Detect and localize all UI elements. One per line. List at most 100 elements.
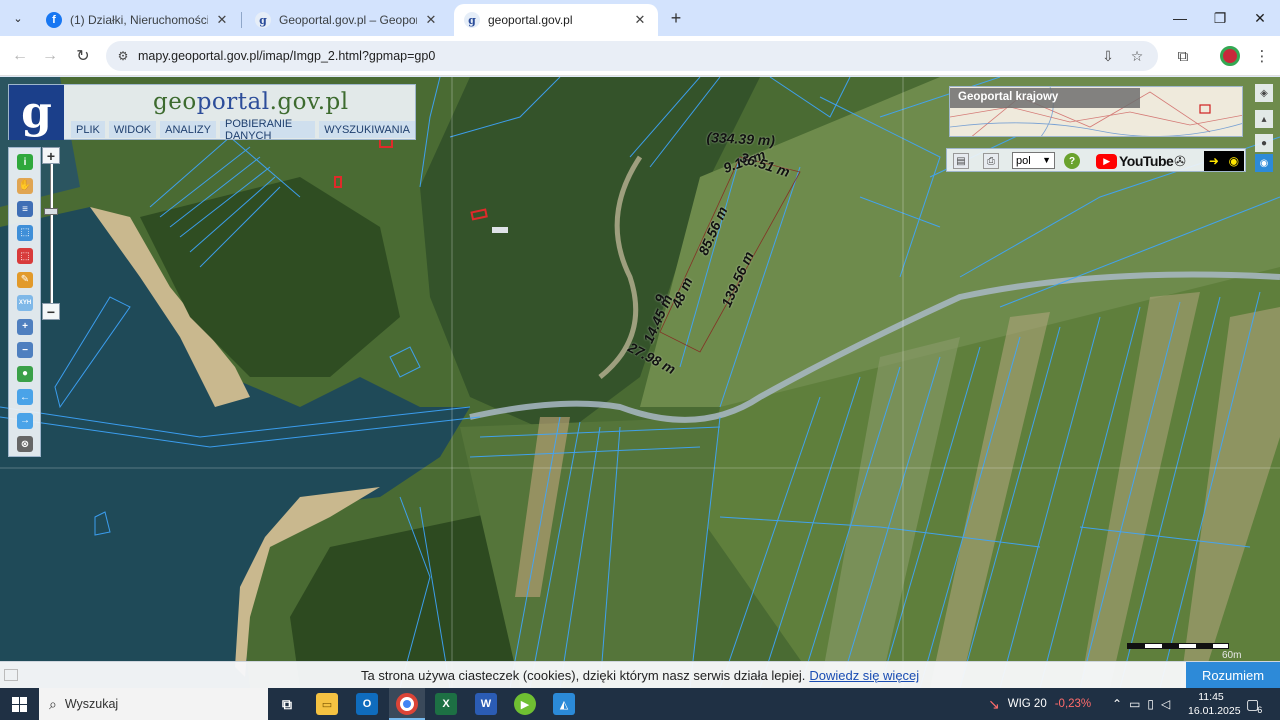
market-widget[interactable]: ↘ WIG 20 -0,23% (988, 688, 1091, 720)
system-tray: ⌃ ▭ ▯ ◁ (1112, 688, 1170, 720)
geoportal-logo-icon[interactable]: g (9, 85, 64, 140)
install-app-icon[interactable]: ⇩ (1099, 47, 1117, 65)
extensions-icon[interactable]: ⧉ (1171, 44, 1195, 68)
tab-search-button[interactable]: ⌄ (6, 7, 30, 29)
stock-chart-icon: ↘ (988, 695, 1000, 712)
collapse-icon[interactable]: ▴ (1255, 110, 1273, 128)
start-button[interactable] (0, 688, 38, 720)
pencil-icon[interactable]: ✎ (17, 271, 33, 288)
language-select[interactable]: pol ▼ (1012, 152, 1055, 169)
youtube-button[interactable]: ▶ YouTube (1096, 152, 1174, 170)
search-placeholder: Wyszukaj (64, 697, 119, 711)
site-info-icon[interactable]: ⚙ (115, 48, 131, 64)
cookie-accept-button[interactable]: Rozumiem (1186, 662, 1280, 689)
new-tab-button[interactable]: + (666, 8, 686, 28)
close-tab-icon[interactable]: ✕ (423, 12, 439, 28)
bookmark-star-icon[interactable]: ☆ (1128, 47, 1146, 65)
map-toolbar: ▤ ⎙ pol ▼ ? ▶ YouTube ✇ ➜ ◉ (946, 148, 1246, 172)
menu-analizy[interactable]: ANALIZY (160, 121, 216, 138)
outlook-icon[interactable]: O (356, 693, 378, 715)
chevron-up-icon[interactable]: ⌃ (1112, 697, 1122, 711)
select-rect-icon[interactable]: ⬚ (17, 224, 33, 241)
close-tab-icon[interactable]: ✕ (632, 12, 648, 28)
layers-icon[interactable]: ◈ (1255, 84, 1273, 102)
geoportal-icon: g (255, 12, 271, 28)
legend-icon[interactable]: ▤ (953, 153, 969, 169)
contrast-toggle[interactable]: ➜ ◉ (1204, 151, 1244, 171)
zoom-slider[interactable]: + − (42, 147, 62, 321)
right-controls: ◈ ▴ ● ◉ (1255, 84, 1273, 172)
zoom-thumb[interactable] (44, 207, 58, 215)
menu-pobieranie-danych[interactable]: POBIERANIE DANYCH (220, 118, 316, 142)
xyh-coordinates-icon[interactable]: XYH (17, 295, 33, 311)
zoom-in-icon[interactable]: + (17, 318, 33, 335)
tab-geoportal-info[interactable]: g Geoportal.gov.pl – Geoportal In ✕ (245, 4, 449, 36)
reload-icon[interactable]: ↻ (71, 44, 95, 68)
close-tab-icon[interactable]: ✕ (214, 12, 230, 28)
media-player-icon[interactable]: ▶ (514, 693, 536, 715)
minimize-icon[interactable]: — (1160, 0, 1200, 36)
url-text[interactable]: mapy.geoportal.gov.pl/imap/Imgp_2.html?g… (138, 49, 435, 63)
zoom-minus-button[interactable]: − (42, 303, 60, 320)
menu-plik[interactable]: PLIK (71, 121, 105, 138)
tab-label: Geoportal.gov.pl – Geoportal In (279, 13, 417, 27)
notifications-icon[interactable]: ▢ 6 (1246, 688, 1262, 720)
info-icon[interactable]: i (17, 154, 33, 170)
profile-avatar[interactable] (1220, 46, 1240, 66)
word-icon[interactable]: W (475, 693, 497, 715)
battery-icon[interactable]: ▯ (1147, 697, 1154, 711)
forward-arrow-icon[interactable]: → (17, 412, 33, 429)
eye-view-icon[interactable]: ◉ (1255, 154, 1273, 172)
logo-text-geo: geo (153, 89, 197, 115)
tab-label: geoportal.gov.pl (488, 13, 573, 27)
print-icon[interactable]: ⎙ (983, 153, 999, 169)
cookie-more-link[interactable]: Dowiedz się więcej (809, 668, 919, 683)
menu-widok[interactable]: WIDOK (108, 121, 157, 138)
chrome-icon[interactable] (396, 693, 418, 715)
geoportal-logo-text[interactable]: geoportal.gov.pl (153, 89, 349, 115)
overview-map[interactable]: Geoportal krajowy (949, 86, 1243, 137)
forward-icon[interactable]: → (38, 44, 62, 68)
zoom-plus-button[interactable]: + (42, 147, 60, 164)
clock-time: 11:45 (1198, 691, 1224, 703)
full-extent-icon[interactable]: ⊗ (17, 436, 33, 452)
dot-icon[interactable]: ● (1255, 134, 1273, 152)
scale-label: 60m (1222, 650, 1242, 661)
close-icon[interactable]: ✕ (1240, 0, 1280, 36)
pan-hand-icon[interactable]: ✋ (17, 177, 33, 194)
restore-icon[interactable]: ❐ (1200, 0, 1240, 36)
tab-geoportal-map[interactable]: g geoportal.gov.pl ✕ (454, 4, 658, 36)
menu-dots-icon[interactable]: ⋮ (1250, 44, 1274, 68)
map-viewport[interactable]: (334.39 m) 9.16 m 36.51 m 85.56 m 139.56… (0, 77, 1280, 688)
task-view-icon[interactable]: ⧉ (276, 693, 298, 715)
address-bar[interactable]: ⚙ mapy.geoportal.gov.pl/imap/Imgp_2.html… (106, 41, 1158, 71)
back-arrow-icon[interactable]: ← (17, 389, 33, 405)
layers-list-icon[interactable]: ≡ (17, 201, 33, 217)
geoportal-header: g geoportal.gov.pl PLIK WIDOK ANALIZY PO… (8, 84, 416, 142)
photos-icon[interactable]: ◭ (553, 693, 575, 715)
main-menu: PLIK WIDOK ANALIZY POBIERANIE DANYCH WYS… (71, 118, 415, 142)
zoom-out-icon[interactable]: − (17, 342, 33, 358)
excel-icon[interactable]: X (435, 693, 457, 715)
taskbar-search[interactable]: ⌕ Wyszukaj (39, 688, 268, 720)
browser-toolbar: ← → ↻ ⚙ mapy.geoportal.gov.pl/imap/Imgp_… (0, 36, 1280, 76)
accessibility-icon[interactable]: ✇ (1172, 153, 1188, 169)
zoom-track[interactable] (50, 164, 53, 304)
tab-strip: ⌄ f (1) Działki, Nieruchomości Mało ✕ g … (0, 0, 1280, 36)
select-red-icon[interactable]: ⬚ (17, 248, 33, 264)
globe-icon[interactable]: ● (17, 365, 33, 382)
help-icon[interactable]: ? (1064, 153, 1080, 169)
cookie-message: Ta strona używa ciasteczek (cookies), dz… (361, 668, 919, 683)
back-icon[interactable]: ← (8, 44, 32, 68)
volume-icon[interactable]: ◁ (1161, 697, 1170, 711)
clock-date: 16.01.2025 (1188, 705, 1241, 717)
menu-wyszukiwania[interactable]: WYSZUKIWANIA (319, 121, 415, 138)
cookie-text: Ta strona używa ciasteczek (cookies), dz… (361, 668, 806, 683)
network-icon[interactable]: ▭ (1129, 697, 1140, 711)
windows-logo-icon (11, 696, 27, 712)
logo-text-portal: portal (196, 89, 270, 115)
tab-facebook[interactable]: f (1) Działki, Nieruchomości Mało ✕ (36, 4, 240, 36)
file-explorer-icon[interactable]: ▭ (316, 693, 338, 715)
windows-taskbar: ⌕ Wyszukaj ⧉ ▭ O X W ▶ ◭ ↘ WIG 20 -0,23%… (0, 688, 1280, 720)
taskbar-clock[interactable]: 11:45 16.01.2025 (1188, 690, 1241, 718)
